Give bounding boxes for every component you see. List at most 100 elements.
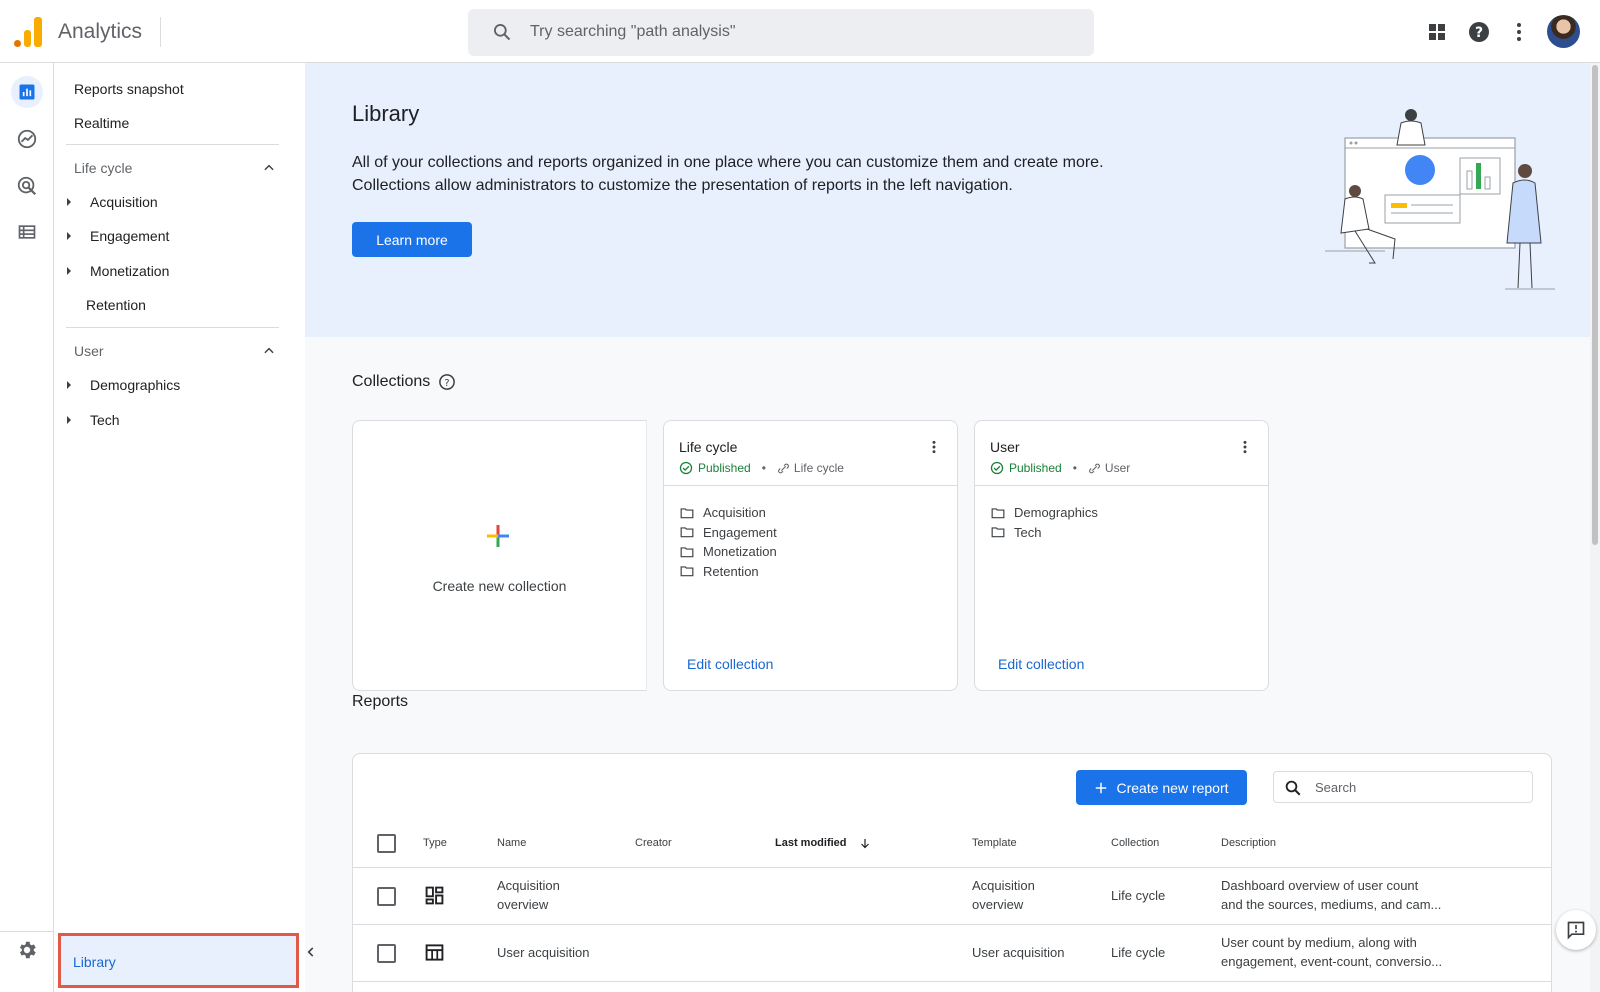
search-placeholder[interactable]: Try searching "path analysis" (530, 23, 736, 41)
column-header-name[interactable]: Name (497, 837, 526, 849)
row-checkbox[interactable] (377, 887, 396, 906)
report-name-line-2: overview (497, 897, 549, 912)
folder-icon (680, 508, 694, 518)
learn-more-button[interactable]: Learn more (352, 222, 472, 257)
hero-description: All of your collections and reports orga… (352, 151, 1152, 197)
search-icon (494, 24, 511, 41)
nav-divider (66, 144, 279, 145)
report-template: User acquisition (972, 945, 1065, 960)
report-description-line-1: Dashboard overview of user count (1221, 878, 1419, 893)
folder-label: Tech (1014, 524, 1042, 540)
report-collection: Life cycle (1111, 888, 1166, 903)
edit-collection-link[interactable]: Edit collection (998, 656, 1084, 672)
apps-grid-icon[interactable] (1425, 20, 1449, 44)
scrollbar-thumb[interactable] (1592, 65, 1598, 545)
report-name-line-1: Acquisition (497, 878, 560, 893)
analytics-logo-icon[interactable] (14, 17, 42, 47)
separator-dot: • (761, 461, 766, 475)
expand-caret-icon[interactable] (67, 198, 71, 206)
nav-item-retention[interactable]: Retention (86, 297, 146, 313)
nav-reports-snapshot[interactable]: Reports snapshot (74, 81, 184, 97)
card-divider (975, 485, 1268, 486)
svg-text:?: ? (1475, 25, 1483, 41)
configure-icon[interactable] (11, 216, 43, 248)
sort-arrow-down-icon[interactable] (859, 837, 871, 850)
status-label: Published (698, 461, 751, 475)
report-name[interactable]: Acquisition overview (497, 876, 560, 914)
collection-card-user: User Published • User Demographics Tech … (974, 420, 1269, 691)
feedback-button[interactable] (1556, 910, 1596, 950)
nav-group-user[interactable]: User (74, 343, 104, 359)
account-avatar[interactable] (1547, 15, 1580, 48)
column-header-last-modified[interactable]: Last modified (775, 837, 847, 849)
page-title: Library (352, 101, 420, 126)
feedback-icon (1567, 921, 1585, 940)
column-header-creator[interactable]: Creator (635, 837, 672, 849)
nav-item-acquisition[interactable]: Acquisition (90, 194, 158, 210)
more-vert-icon[interactable] (1507, 20, 1531, 44)
create-new-report-label: Create new report (1116, 779, 1229, 796)
global-search-bar[interactable]: Try searching "path analysis" (468, 9, 1094, 56)
expand-caret-icon[interactable] (67, 232, 71, 240)
report-description-line-2: engagement, event-count, conversio... (1221, 954, 1443, 969)
nav-item-tech[interactable]: Tech (90, 412, 120, 428)
collection-title: User (990, 439, 1020, 455)
report-name[interactable]: User acquisition (497, 943, 590, 962)
nav-realtime[interactable]: Realtime (74, 115, 129, 131)
list-item: Engagement (680, 523, 777, 543)
expand-caret-icon[interactable] (67, 416, 71, 424)
report-description: Dashboard overview of user count and the… (1221, 876, 1461, 914)
expand-caret-icon[interactable] (67, 267, 71, 275)
collection-source: User (1088, 461, 1130, 475)
create-collection-card[interactable]: Create new collection (352, 420, 647, 691)
edit-collection-link[interactable]: Edit collection (687, 656, 773, 672)
rail-divider (0, 931, 53, 932)
row-checkbox[interactable] (377, 944, 396, 963)
nav-item-monetization[interactable]: Monetization (90, 263, 169, 279)
reports-heading: Reports (352, 693, 409, 710)
explore-icon[interactable] (11, 123, 43, 155)
collection-status: Published • Life cycle (679, 461, 844, 475)
folder-icon (991, 527, 1005, 538)
more-vert-icon[interactable] (926, 439, 942, 455)
svg-text:?: ? (444, 378, 449, 389)
chevron-up-icon[interactable] (262, 161, 276, 175)
report-template-line-2: overview (972, 897, 1024, 912)
reports-table-panel: Create new report Search Type Name Creat… (352, 753, 1552, 992)
folder-label: Monetization (703, 544, 777, 560)
hero-description-line-2: Collections allow administrators to cust… (352, 177, 1013, 194)
brand-divider (160, 17, 161, 47)
collection-title: Life cycle (679, 439, 738, 455)
help-icon[interactable]: ? (1467, 20, 1491, 44)
nav-item-demographics[interactable]: Demographics (90, 377, 180, 393)
settings-gear-icon[interactable] (11, 934, 43, 966)
chevron-up-icon[interactable] (262, 344, 276, 358)
expand-caret-icon[interactable] (67, 381, 71, 389)
folder-icon (991, 508, 1005, 518)
main-content: Library All of your collections and repo… (305, 63, 1600, 992)
nav-item-library[interactable]: Library (58, 933, 299, 988)
collection-item-list: Demographics Tech (991, 503, 1098, 542)
column-header-description[interactable]: Description (1221, 837, 1276, 849)
advertising-icon[interactable] (11, 170, 43, 202)
create-new-report-button[interactable]: Create new report (1076, 770, 1247, 805)
page-scrollbar[interactable] (1590, 63, 1600, 992)
nav-item-engagement[interactable]: Engagement (90, 228, 169, 244)
report-template: Acquisition overview (972, 876, 1035, 914)
report-description-line-1: User count by medium, along with (1221, 935, 1417, 950)
collection-source: Life cycle (777, 461, 844, 475)
nav-library-label: Library (73, 954, 116, 970)
reports-icon[interactable] (11, 76, 43, 108)
more-vert-icon[interactable] (1237, 439, 1253, 455)
column-header-template[interactable]: Template (972, 837, 1017, 849)
folder-label: Engagement (703, 524, 777, 540)
nav-group-lifecycle[interactable]: Life cycle (74, 160, 132, 176)
report-description-line-2: and the sources, mediums, and cam... (1221, 897, 1442, 912)
top-app-bar: Analytics Try searching "path analysis" … (0, 0, 1600, 63)
reports-search-input[interactable]: Search (1273, 771, 1533, 803)
select-all-checkbox[interactable] (377, 834, 396, 853)
column-header-collection[interactable]: Collection (1111, 837, 1159, 849)
source-label: Life cycle (793, 461, 844, 475)
help-outline-icon[interactable]: ? (438, 373, 456, 391)
collection-card-lifecycle: Life cycle Published • Life cycle Acquis… (663, 420, 958, 691)
